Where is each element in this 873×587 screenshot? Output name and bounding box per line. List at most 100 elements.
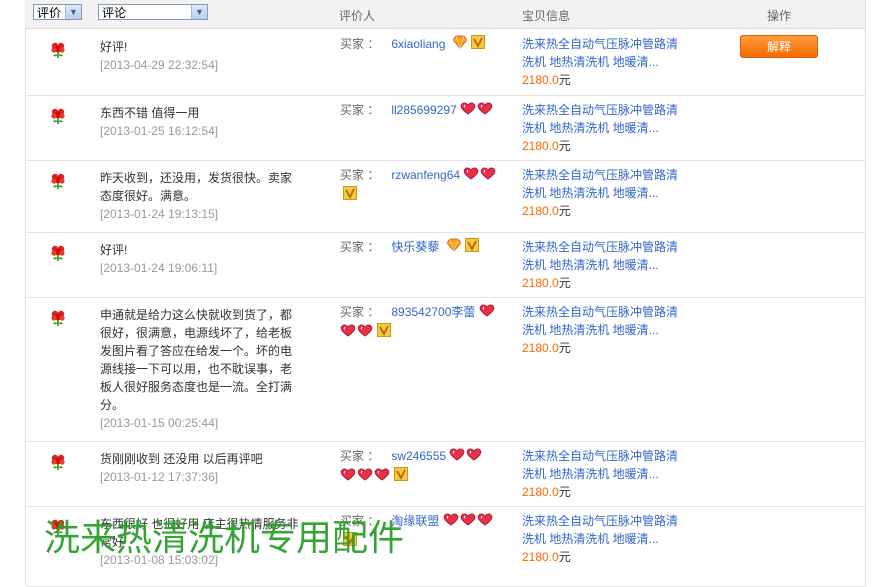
heart-icon — [449, 447, 465, 466]
product-info: 洗来热全自动气压脉冲管路清洗机 地热清洗机 地暖清... 2180.0元 — [522, 447, 687, 501]
buyer-label: 买家 ： — [340, 37, 380, 51]
product-title-link[interactable]: 洗来热全自动气压脉冲管路清洗机 地热清洗机 地暖清... — [522, 238, 687, 274]
review-comment: 货刚刚收到 还没用 以后再评吧 [2013-01-12 17:37:36] — [100, 450, 300, 486]
product-price: 2180.0 — [522, 341, 559, 355]
price-unit: 元 — [558, 485, 571, 499]
heart-icon — [460, 101, 476, 120]
product-title-link[interactable]: 洗来热全自动气压脉冲管路清洗机 地热清洗机 地暖清... — [522, 35, 687, 71]
product-title-link[interactable]: 洗来热全自动气压脉冲管路清洗机 地热清洗机 地暖清... — [522, 512, 687, 548]
heart-icon — [374, 467, 390, 486]
positive-rating-icon — [49, 41, 67, 59]
product-price: 2180.0 — [522, 139, 559, 153]
heart-icon — [477, 101, 493, 120]
review-comment: 申通就是给力这么快就收到货了，都很好，很满意，电源线坏了，给老板发图片看了答应在… — [100, 306, 300, 432]
buyer-name-link[interactable]: ll285699297 — [391, 103, 456, 117]
reviewer-info: 买家 ： sw246555 — [340, 447, 500, 486]
product-info: 洗来热全自动气压脉冲管路清洗机 地热清洗机 地暖清... 2180.0元 — [522, 238, 687, 292]
reviewer-info: 买家 ： rzwanfeng64 — [340, 166, 500, 205]
product-price: 2180.0 — [522, 485, 559, 499]
buyer-label: 买家 ： — [340, 168, 380, 182]
heart-icon — [480, 166, 496, 185]
explain-button[interactable]: 解释 — [740, 35, 818, 58]
table-row: 昨天收到，还没用，发货很快。卖家态度很好。满意。 [2013-01-24 19:1… — [26, 160, 865, 233]
buyer-label: 买家 ： — [340, 240, 380, 254]
watermark-text: 洗来热清洗机专用配件 — [44, 518, 405, 559]
review-text: 好评! — [100, 243, 128, 257]
buyer-name-link[interactable]: 快乐葵藜 — [391, 240, 439, 254]
buyer-label: 买家 ： — [340, 305, 380, 319]
buyer-name-link[interactable]: 6xiaoliang — [391, 37, 445, 51]
buyer-credit-icons — [449, 35, 485, 54]
verified-badge-icon — [377, 322, 391, 342]
table-row: 好评! [2013-01-24 19:06:11] 买家 ： 快乐葵藜 洗来热全自动气… — [26, 232, 865, 298]
buyer-label: 买家 ： — [340, 103, 380, 117]
rating-filter-select[interactable]: 评价 ▼ — [33, 4, 82, 20]
product-info: 洗来热全自动气压脉冲管路清洗机 地热清洗机 地暖清... 2180.0元 — [522, 101, 687, 155]
product-title-link[interactable]: 洗来热全自动气压脉冲管路清洗机 地热清洗机 地暖清... — [522, 447, 687, 483]
product-price: 2180.0 — [522, 276, 559, 290]
product-title-link[interactable]: 洗来热全自动气压脉冲管路清洗机 地热清洗机 地暖清... — [522, 166, 687, 202]
reviewer-info: 买家 ： 893542700李蕾 — [340, 303, 500, 342]
review-comment: 昨天收到，还没用，发货很快。卖家态度很好。满意。 [2013-01-24 19:1… — [100, 169, 300, 223]
review-text: 申通就是给力这么快就收到货了，都很好，很满意，电源线坏了，给老板发图片看了答应在… — [100, 308, 293, 412]
chevron-down-icon: ▼ — [191, 5, 207, 19]
action-column-header: 操作 — [767, 9, 792, 23]
comment-filter-value: 评论 — [102, 6, 127, 20]
heart-icon — [477, 512, 493, 531]
price-unit: 元 — [558, 341, 571, 355]
product-info: 洗来热全自动气压脉冲管路清洗机 地热清洗机 地暖清... 2180.0元 — [522, 35, 687, 89]
comment-filter-select[interactable]: 评论 ▼ — [98, 4, 208, 20]
product-price: 2180.0 — [522, 550, 559, 564]
positive-rating-icon — [49, 107, 67, 125]
positive-rating-icon — [49, 172, 67, 190]
review-comment: 好评! [2013-01-24 19:06:11] — [100, 241, 300, 277]
review-text: 货刚刚收到 还没用 以后再评吧 — [100, 452, 263, 466]
heart-icon — [443, 512, 459, 531]
verified-badge-icon — [343, 185, 357, 205]
price-unit: 元 — [558, 550, 571, 564]
review-date: [2013-01-15 00:25:44] — [100, 416, 219, 430]
buyer-credit-icons — [460, 101, 494, 120]
heart-icon — [463, 166, 479, 185]
reviewer-column-header: 评价人 — [339, 9, 376, 23]
review-text: 东西不错 值得一用 — [100, 106, 200, 120]
buyer-label: 买家 ： — [340, 449, 380, 463]
product-title-link[interactable]: 洗来热全自动气压脉冲管路清洗机 地热清洗机 地暖清... — [522, 101, 687, 137]
buyer-name-link[interactable]: 893542700李蕾 — [391, 305, 475, 319]
heart-icon — [479, 303, 495, 322]
product-column-header: 宝贝信息 — [522, 9, 571, 23]
diamond-icon — [446, 238, 462, 257]
table-row: 好评! [2013-04-29 22:32:54] 买家 ： 6xiaoliang 洗… — [26, 29, 865, 96]
table-right-border — [865, 0, 866, 586]
buyer-name-link[interactable]: rzwanfeng64 — [391, 168, 460, 182]
review-text: 好评! — [100, 40, 128, 54]
review-date: [2013-01-24 19:13:15] — [100, 207, 219, 221]
reviewer-info: 买家 ： 6xiaoliang — [340, 35, 500, 54]
product-info: 洗来热全自动气压脉冲管路清洗机 地热清洗机 地暖清... 2180.0元 — [522, 303, 687, 357]
price-unit: 元 — [558, 139, 571, 153]
heart-icon — [460, 512, 476, 531]
review-date: [2013-04-29 22:32:54] — [100, 58, 219, 72]
heart-icon — [357, 467, 373, 486]
chevron-down-icon: ▼ — [65, 5, 81, 19]
diamond-icon — [452, 35, 468, 54]
review-date: [2013-01-12 17:37:36] — [100, 470, 219, 484]
heart-icon — [357, 323, 373, 342]
review-comment: 东西不错 值得一用 [2013-01-25 16:12:54] — [100, 104, 300, 140]
verified-badge-icon — [394, 466, 408, 486]
buyer-credit-icons — [443, 238, 479, 257]
buyer-name-link[interactable]: sw246555 — [391, 449, 446, 463]
reviewer-info: 买家 ： 快乐葵藜 — [340, 238, 500, 257]
rating-filter-value: 评价 — [37, 6, 62, 20]
heart-icon — [340, 467, 356, 486]
table-row: 东西不错 值得一用 [2013-01-25 16:12:54] 买家 ： ll2856… — [26, 95, 865, 161]
product-title-link[interactable]: 洗来热全自动气压脉冲管路清洗机 地热清洗机 地暖清... — [522, 303, 687, 339]
heart-icon — [340, 323, 356, 342]
heart-icon — [466, 447, 482, 466]
verified-badge-icon — [470, 35, 485, 54]
table-row: 申通就是给力这么快就收到货了，都很好，很满意，电源线坏了，给老板发图片看了答应在… — [26, 297, 865, 442]
positive-rating-icon — [49, 309, 67, 327]
product-price: 2180.0 — [522, 73, 559, 87]
review-date: [2013-01-25 16:12:54] — [100, 124, 219, 138]
table-header: 评价 ▼ 评论 ▼ 评价人 宝贝信息 操作 — [25, 0, 865, 29]
